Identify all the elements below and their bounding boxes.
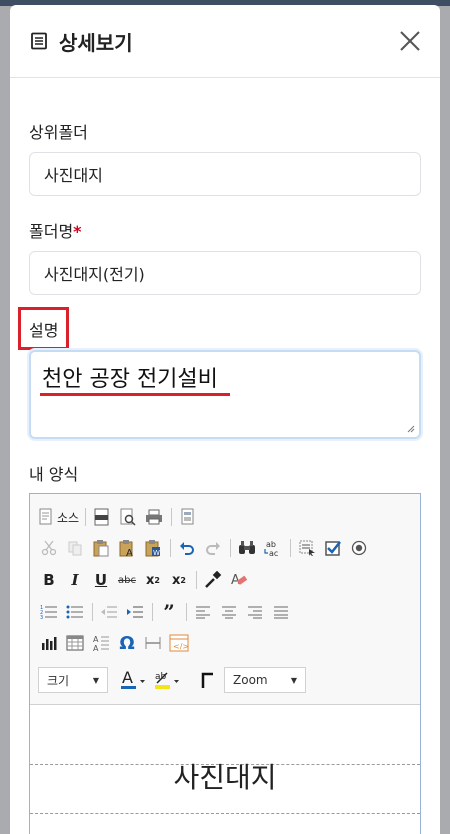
document-icon [31, 32, 47, 50]
toolbar-separator [186, 603, 187, 621]
description-underline-annotation [40, 393, 230, 396]
toolbar-row-2: A W ab ac [38, 537, 374, 559]
svg-text:A: A [122, 669, 133, 687]
html-embed-icon[interactable]: </> [168, 632, 190, 654]
indent-icon[interactable] [124, 601, 146, 623]
superscript-icon[interactable]: x2 [168, 569, 190, 591]
bulleted-list-icon[interactable] [64, 601, 86, 623]
modal-title: 상세보기 [59, 30, 133, 55]
checkbox-icon[interactable] [322, 537, 344, 559]
align-right-icon[interactable] [244, 601, 266, 623]
horizontal-rule-icon[interactable] [142, 632, 164, 654]
text-direction-icon[interactable]: AA [90, 632, 112, 654]
zoom-combo[interactable]: Zoom ▼ [224, 667, 306, 693]
chevron-down-icon: ▼ [92, 675, 99, 685]
toolbar-row-4: 123 ” [38, 600, 296, 624]
svg-text:W: W [153, 549, 160, 557]
detail-modal: 상세보기 상위폴더 사진대지 폴더명* 사진대지(전기) 설명 천안 공장 전기… [10, 5, 440, 834]
justify-icon[interactable] [270, 601, 292, 623]
folder-name-label-text: 폴더명 [29, 222, 74, 241]
svg-text:A: A [93, 635, 99, 644]
paste-icon[interactable] [90, 537, 112, 559]
find-icon[interactable] [236, 537, 258, 559]
svg-text:ab: ab [266, 540, 276, 549]
paste-word-icon[interactable]: W [142, 537, 164, 559]
parent-folder-field[interactable]: 사진대지 [29, 152, 421, 196]
resize-handle-icon[interactable] [407, 425, 415, 433]
toolbar-separator [290, 539, 291, 557]
font-size-label: 크기 [47, 673, 70, 688]
remove-format-icon[interactable]: A [228, 569, 250, 591]
document-title: 사진대지 [173, 761, 277, 794]
underline-icon[interactable]: U [90, 569, 112, 591]
copy-icon[interactable] [64, 537, 86, 559]
svg-text:ab: ab [155, 672, 167, 682]
svg-text:3: 3 [40, 615, 43, 620]
text-color-icon[interactable]: A [118, 669, 148, 691]
strikethrough-icon[interactable]: abc [116, 569, 138, 591]
editor-toolbar: 소스 A W ab ac B I U abc x 2 x 2 A 1 2 3 ”… [30, 494, 420, 705]
table-icon[interactable] [64, 632, 86, 654]
toolbar-separator [196, 571, 197, 589]
cut-icon[interactable] [38, 537, 60, 559]
svg-text:ac: ac [269, 549, 278, 557]
toolbar-separator [170, 539, 171, 557]
radio-icon[interactable] [348, 537, 370, 559]
pdf-icon[interactable] [91, 506, 113, 528]
align-center-icon[interactable] [218, 601, 240, 623]
source-icon[interactable]: 소스 [38, 506, 79, 528]
toolbar-separator [230, 539, 231, 557]
toolbar-separator [171, 508, 173, 526]
my-form-label: 내 양식 [29, 465, 79, 484]
toolbar-row-6: 크기 ▼ A ab Zoom ▼ [38, 667, 316, 693]
outdent-icon[interactable] [98, 601, 120, 623]
table-border-dashed [30, 813, 420, 814]
parent-folder-label: 상위폴더 [29, 123, 88, 142]
redo-icon[interactable] [202, 537, 224, 559]
modal-header: 상세보기 [10, 5, 440, 78]
rich-text-editor: 소스 A W ab ac B I U abc x 2 x 2 A 1 2 3 ”… [29, 493, 421, 834]
toolbar-separator [85, 508, 87, 526]
folder-name-label: 폴더명* [29, 218, 82, 242]
description-text: 천안 공장 전기설비 [42, 367, 218, 392]
close-icon[interactable] [398, 29, 422, 53]
toolbar-row-3: B I U abc x2 x2 A [38, 569, 254, 591]
undo-icon[interactable] [176, 537, 198, 559]
bold-icon[interactable]: B [38, 569, 60, 591]
svg-text:A: A [93, 644, 99, 652]
required-mark: * [73, 222, 82, 241]
chevron-down-icon: ▼ [290, 675, 297, 685]
italic-icon[interactable]: I [64, 569, 86, 591]
background-color-icon[interactable]: ab [152, 669, 182, 691]
chart-icon[interactable] [38, 632, 60, 654]
special-character-icon[interactable]: Ω [116, 632, 138, 654]
font-size-combo[interactable]: 크기 ▼ [38, 667, 108, 693]
paste-text-icon[interactable]: A [116, 537, 138, 559]
select-all-icon[interactable] [296, 537, 318, 559]
subscript-icon[interactable]: x2 [142, 569, 164, 591]
numbered-list-icon[interactable]: 123 [38, 601, 60, 623]
preview-icon[interactable] [117, 506, 139, 528]
toolbar-separator [92, 603, 93, 621]
toolbar-row-1: 소스 [38, 506, 203, 528]
zoom-label: Zoom [233, 673, 268, 687]
svg-text:</>: </> [173, 642, 189, 651]
replace-icon[interactable]: ab ac [262, 537, 284, 559]
toolbar-separator [152, 603, 153, 621]
align-left-icon[interactable] [192, 601, 214, 623]
source-button-label: 소스 [57, 510, 80, 525]
svg-text:A: A [126, 548, 133, 557]
print-icon[interactable] [143, 506, 165, 528]
description-label-highlight [18, 307, 69, 350]
toolbar-row-5: AA Ω </> [38, 632, 194, 654]
folder-name-field[interactable]: 사진대지(전기) [29, 251, 421, 295]
format-painter-icon[interactable] [202, 569, 224, 591]
corner-bracket-icon[interactable] [196, 669, 218, 691]
blockquote-icon[interactable]: ” [158, 600, 180, 624]
templates-icon[interactable] [177, 506, 199, 528]
